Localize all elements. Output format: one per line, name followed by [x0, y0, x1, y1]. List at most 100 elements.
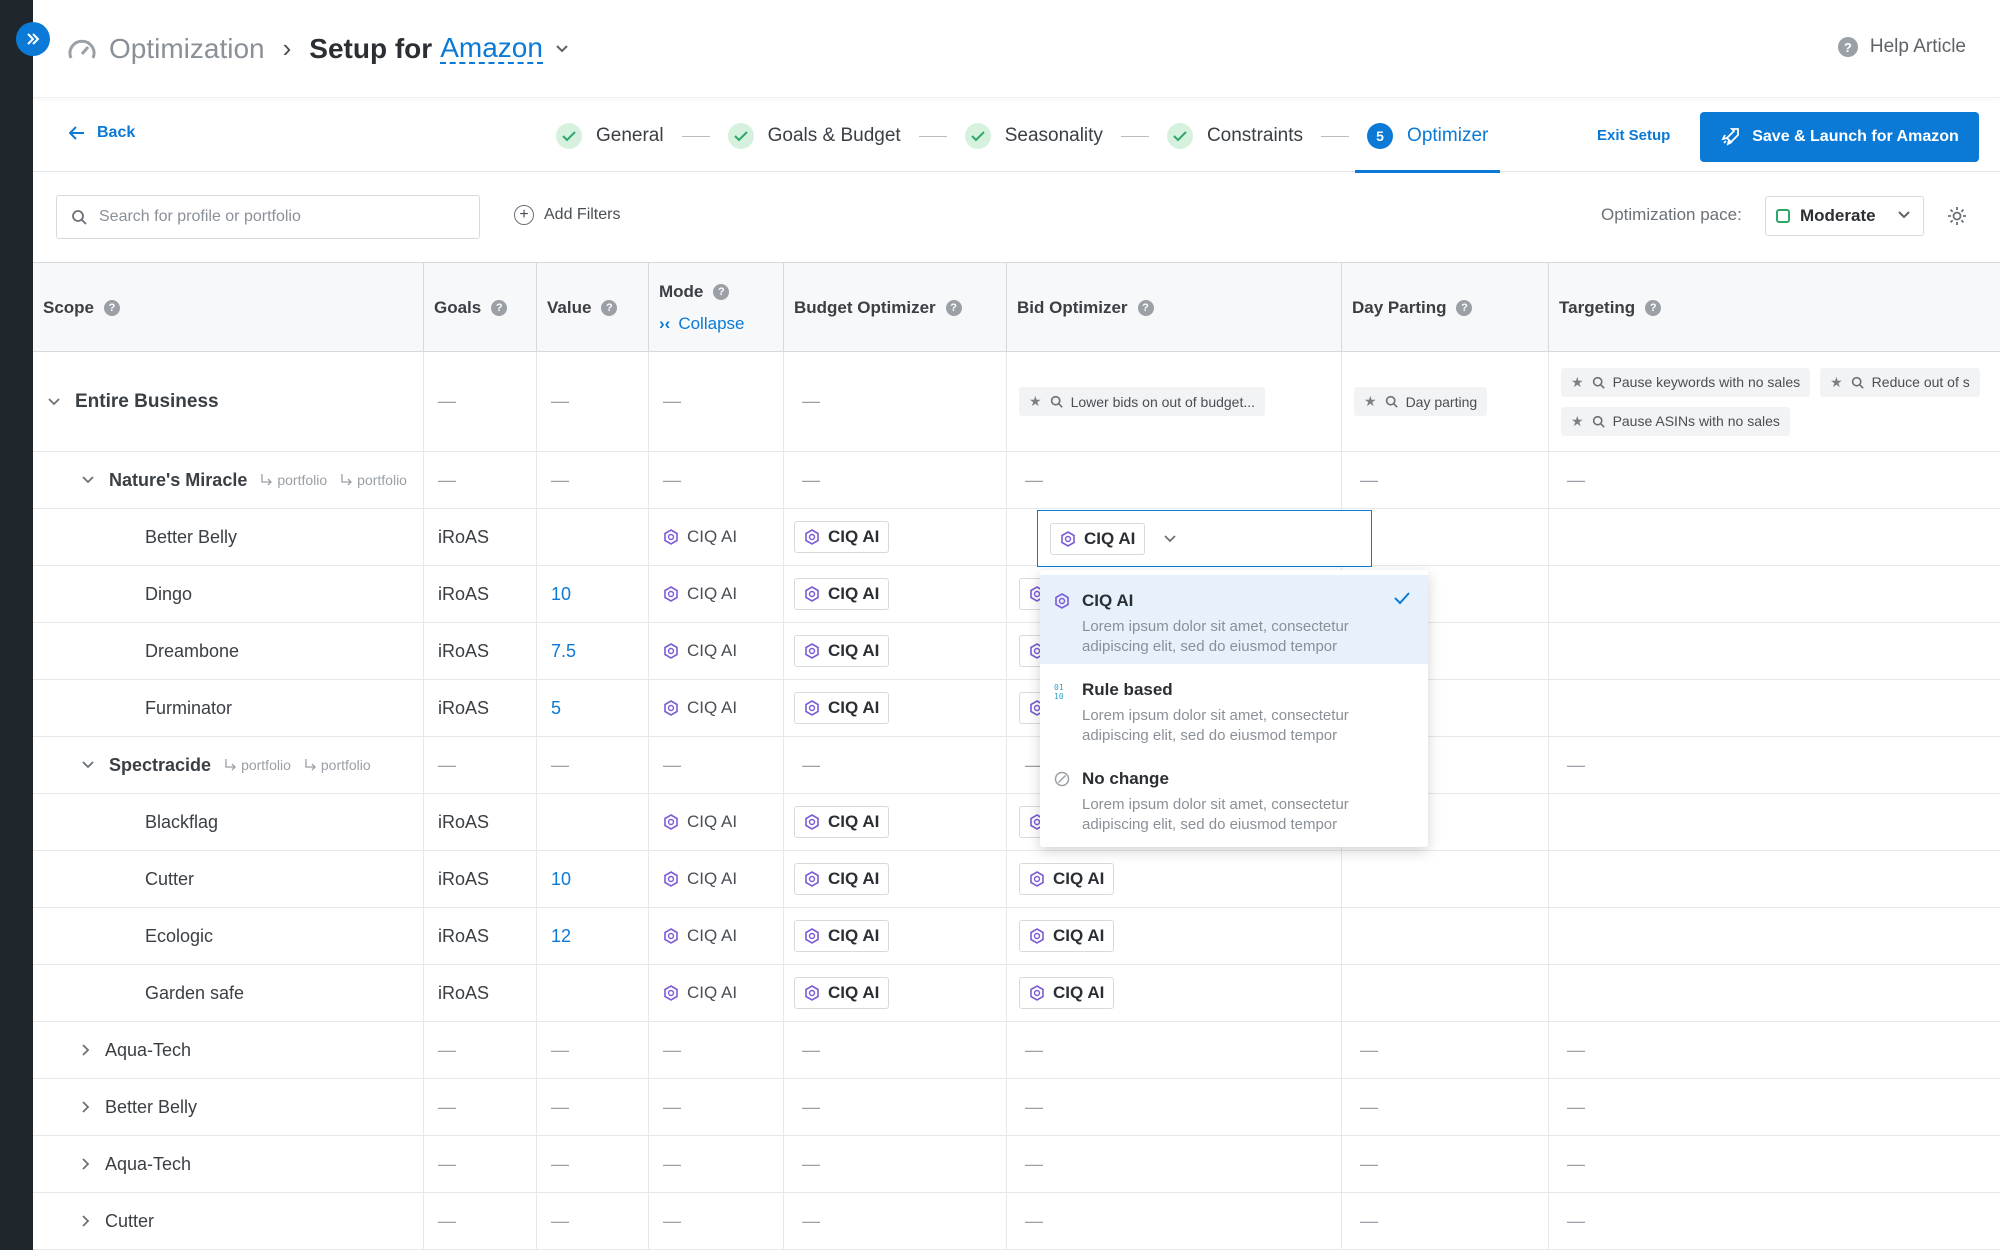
day-parting-tag[interactable]: ★ Day parting — [1354, 387, 1488, 416]
cell-target: — — [1567, 1153, 1585, 1174]
row-name: Ecologic — [145, 925, 214, 946]
cell-mode: — — [649, 1136, 784, 1192]
mode-ciq[interactable]: CIQ AI — [663, 869, 737, 889]
mode-ciq[interactable]: CIQ AI — [663, 698, 737, 718]
col-mode: Mode? ›‹ Collapse — [649, 263, 784, 353]
chevron-right-icon[interactable] — [81, 1214, 91, 1228]
marketplace-link[interactable]: Amazon — [440, 33, 543, 64]
exit-setup-button[interactable]: Exit Setup — [1597, 127, 1670, 144]
budget-ciq-chip[interactable]: CIQ AI — [794, 578, 890, 610]
step-divider — [681, 135, 710, 137]
chevron-down-icon[interactable] — [47, 397, 61, 407]
step-constraints[interactable]: Constraints — [1166, 100, 1303, 172]
chevron-down-icon — [1164, 534, 1176, 542]
budget-ciq-chip[interactable]: CIQ AI — [794, 977, 890, 1009]
chevron-down-icon[interactable] — [81, 475, 95, 485]
cell-goals: — — [424, 1079, 537, 1135]
option-ciq-ai[interactable]: CIQ AI Lorem ipsum dolor sit amet, conse… — [1040, 575, 1428, 664]
budget-ciq-chip[interactable]: CIQ AI — [794, 692, 890, 724]
bid-optimizer-select[interactable]: CIQ AI — [1037, 510, 1372, 567]
mode-ciq[interactable]: CIQ AI — [663, 926, 737, 946]
cell-goals: — — [424, 452, 537, 508]
back-button[interactable]: Back — [69, 124, 135, 142]
table-row[interactable]: Cutter iRoAS 10 CIQ AI CIQ AI CIQ AI — [33, 851, 2000, 908]
cell-target: — — [1567, 754, 1585, 775]
targeting-tag[interactable]: ★ Pause keywords with no sales — [1561, 367, 1811, 397]
table-row[interactable]: Better Belly iRoAS CIQ AI CIQ AI — [33, 509, 2000, 566]
table-row[interactable]: FurminatoriRoAS5CIQ AICIQ AICIQ AI — [33, 680, 2000, 737]
option-no-change[interactable]: No change Lorem ipsum dolor sit amet, co… — [1040, 753, 1428, 842]
budget-ciq-chip[interactable]: CIQ AI — [794, 863, 890, 895]
portfolio-link[interactable]: portfolio — [331, 472, 407, 488]
portfolio-link[interactable]: portfolio — [251, 472, 327, 488]
table-row[interactable]: DreamboneiRoAS7.5CIQ AICIQ AICIQ AI — [33, 623, 2000, 680]
budget-ciq-chip[interactable]: CIQ AI — [794, 920, 890, 952]
chevron-right-icon[interactable] — [81, 1043, 91, 1057]
table-row[interactable]: BlackflagiRoASCIQ AICIQ AICIQ AI — [33, 794, 2000, 851]
mode-ciq[interactable]: CIQ AI — [663, 641, 737, 661]
chevron-down-icon[interactable] — [555, 44, 569, 54]
mode-ciq[interactable]: CIQ AI — [663, 983, 737, 1003]
breadcrumb-root[interactable]: Optimization — [109, 33, 265, 65]
gear-icon[interactable] — [1946, 205, 1968, 227]
cell-budget: CIQ AI — [784, 851, 1007, 907]
table-row[interactable]: DingoiRoAS10CIQ AICIQ AICIQ AI — [33, 566, 2000, 623]
step-number: 5 — [1367, 123, 1394, 149]
step-goals-budget[interactable]: Goals & Budget — [727, 100, 901, 172]
mode-ciq[interactable]: CIQ AI — [663, 584, 737, 604]
hexagon-icon — [805, 871, 819, 887]
main-area: Optimization › Setup for Amazon ? Help A… — [33, 0, 2000, 1250]
page-title: Setup for — [309, 32, 433, 64]
table-row[interactable]: Cutter — — — — — — — — [33, 1193, 2000, 1250]
double-chevron-right-icon — [27, 33, 40, 45]
step-general[interactable]: General — [556, 100, 664, 172]
cell-bid: CIQ AI — [1007, 851, 1342, 907]
hexagon-icon — [1030, 928, 1044, 944]
mode-ciq[interactable]: CIQ AI — [663, 527, 737, 547]
step-seasonality[interactable]: Seasonality — [964, 100, 1103, 172]
table-row[interactable]: Better Belly — — — — — — — — [33, 1079, 2000, 1136]
row-name: Cutter — [105, 1210, 155, 1231]
expand-sidebar-button[interactable] — [16, 22, 50, 56]
cell-value: 5 — [537, 680, 649, 736]
step-optimizer[interactable]: 5 Optimizer — [1355, 100, 1501, 173]
budget-ciq-chip[interactable]: CIQ AI — [794, 521, 890, 553]
portfolio-link[interactable]: portfolio — [215, 757, 291, 773]
cell-mode: — — [649, 452, 784, 508]
hexagon-icon — [664, 529, 678, 545]
add-filters-button[interactable]: + Add Filters — [514, 205, 620, 225]
table-row-entire-business[interactable]: Entire Business — — — — ★ Lower bids on o… — [33, 352, 2000, 452]
table-row[interactable]: Aqua-Tech — — — — — — — — [33, 1022, 2000, 1079]
bid-ciq-chip[interactable]: CIQ AI — [1019, 920, 1115, 952]
table-row[interactable]: Garden safe iRoAS CIQ AI CIQ AI CIQ AI — [33, 965, 2000, 1022]
binary-icon: 0110 — [1054, 683, 1064, 700]
cell-budget: CIQ AI — [784, 965, 1007, 1021]
table-row[interactable]: Aqua-Tech — — — — — — — — [33, 1136, 2000, 1193]
star-icon: ★ — [1830, 373, 1843, 390]
table-row[interactable]: Ecologic iRoAS 12 CIQ AI CIQ AI CIQ AI — [33, 908, 2000, 965]
save-launch-button[interactable]: Save & Launch for Amazon — [1700, 112, 1979, 162]
mode-ciq[interactable]: CIQ AI — [663, 812, 737, 832]
pace-select[interactable]: Moderate — [1765, 196, 1924, 236]
targeting-tag[interactable]: ★ Pause ASINs with no sales — [1561, 406, 1790, 436]
table-row[interactable]: Spectracideportfolioportfolio——————— — [33, 737, 2000, 794]
search-input[interactable] — [99, 208, 439, 226]
bid-ciq-chip[interactable]: CIQ AI — [1019, 863, 1115, 895]
chevron-right-icon[interactable] — [81, 1100, 91, 1114]
help-article-link[interactable]: ? Help Article — [1837, 36, 1966, 58]
cell-mode: CIQ AI — [649, 680, 784, 736]
chevron-right-icon[interactable] — [81, 1157, 91, 1171]
col-targeting: Targeting? — [1549, 263, 2000, 353]
budget-ciq-chip[interactable]: CIQ AI — [794, 635, 890, 667]
cell-goals: — — [424, 1136, 537, 1192]
portfolio-link[interactable]: portfolio — [295, 757, 371, 773]
chevron-down-icon[interactable] — [81, 760, 95, 770]
targeting-tag[interactable]: ★ Reduce out of s — [1820, 367, 1980, 397]
option-rule-based[interactable]: 01 10 Rule based Lorem ipsum dolor sit am… — [1040, 664, 1428, 753]
bid-ciq-chip[interactable]: CIQ AI — [1019, 977, 1115, 1009]
budget-ciq-chip[interactable]: CIQ AI — [794, 806, 890, 838]
table-row[interactable]: Nature's Miracle portfolio portfolio — — — — — —… — [33, 452, 2000, 509]
hexagon-icon — [1030, 985, 1044, 1001]
bid-rule-tag[interactable]: ★ Lower bids on out of budget... — [1019, 387, 1266, 416]
collapse-button[interactable]: ›‹ Collapse — [659, 314, 744, 334]
